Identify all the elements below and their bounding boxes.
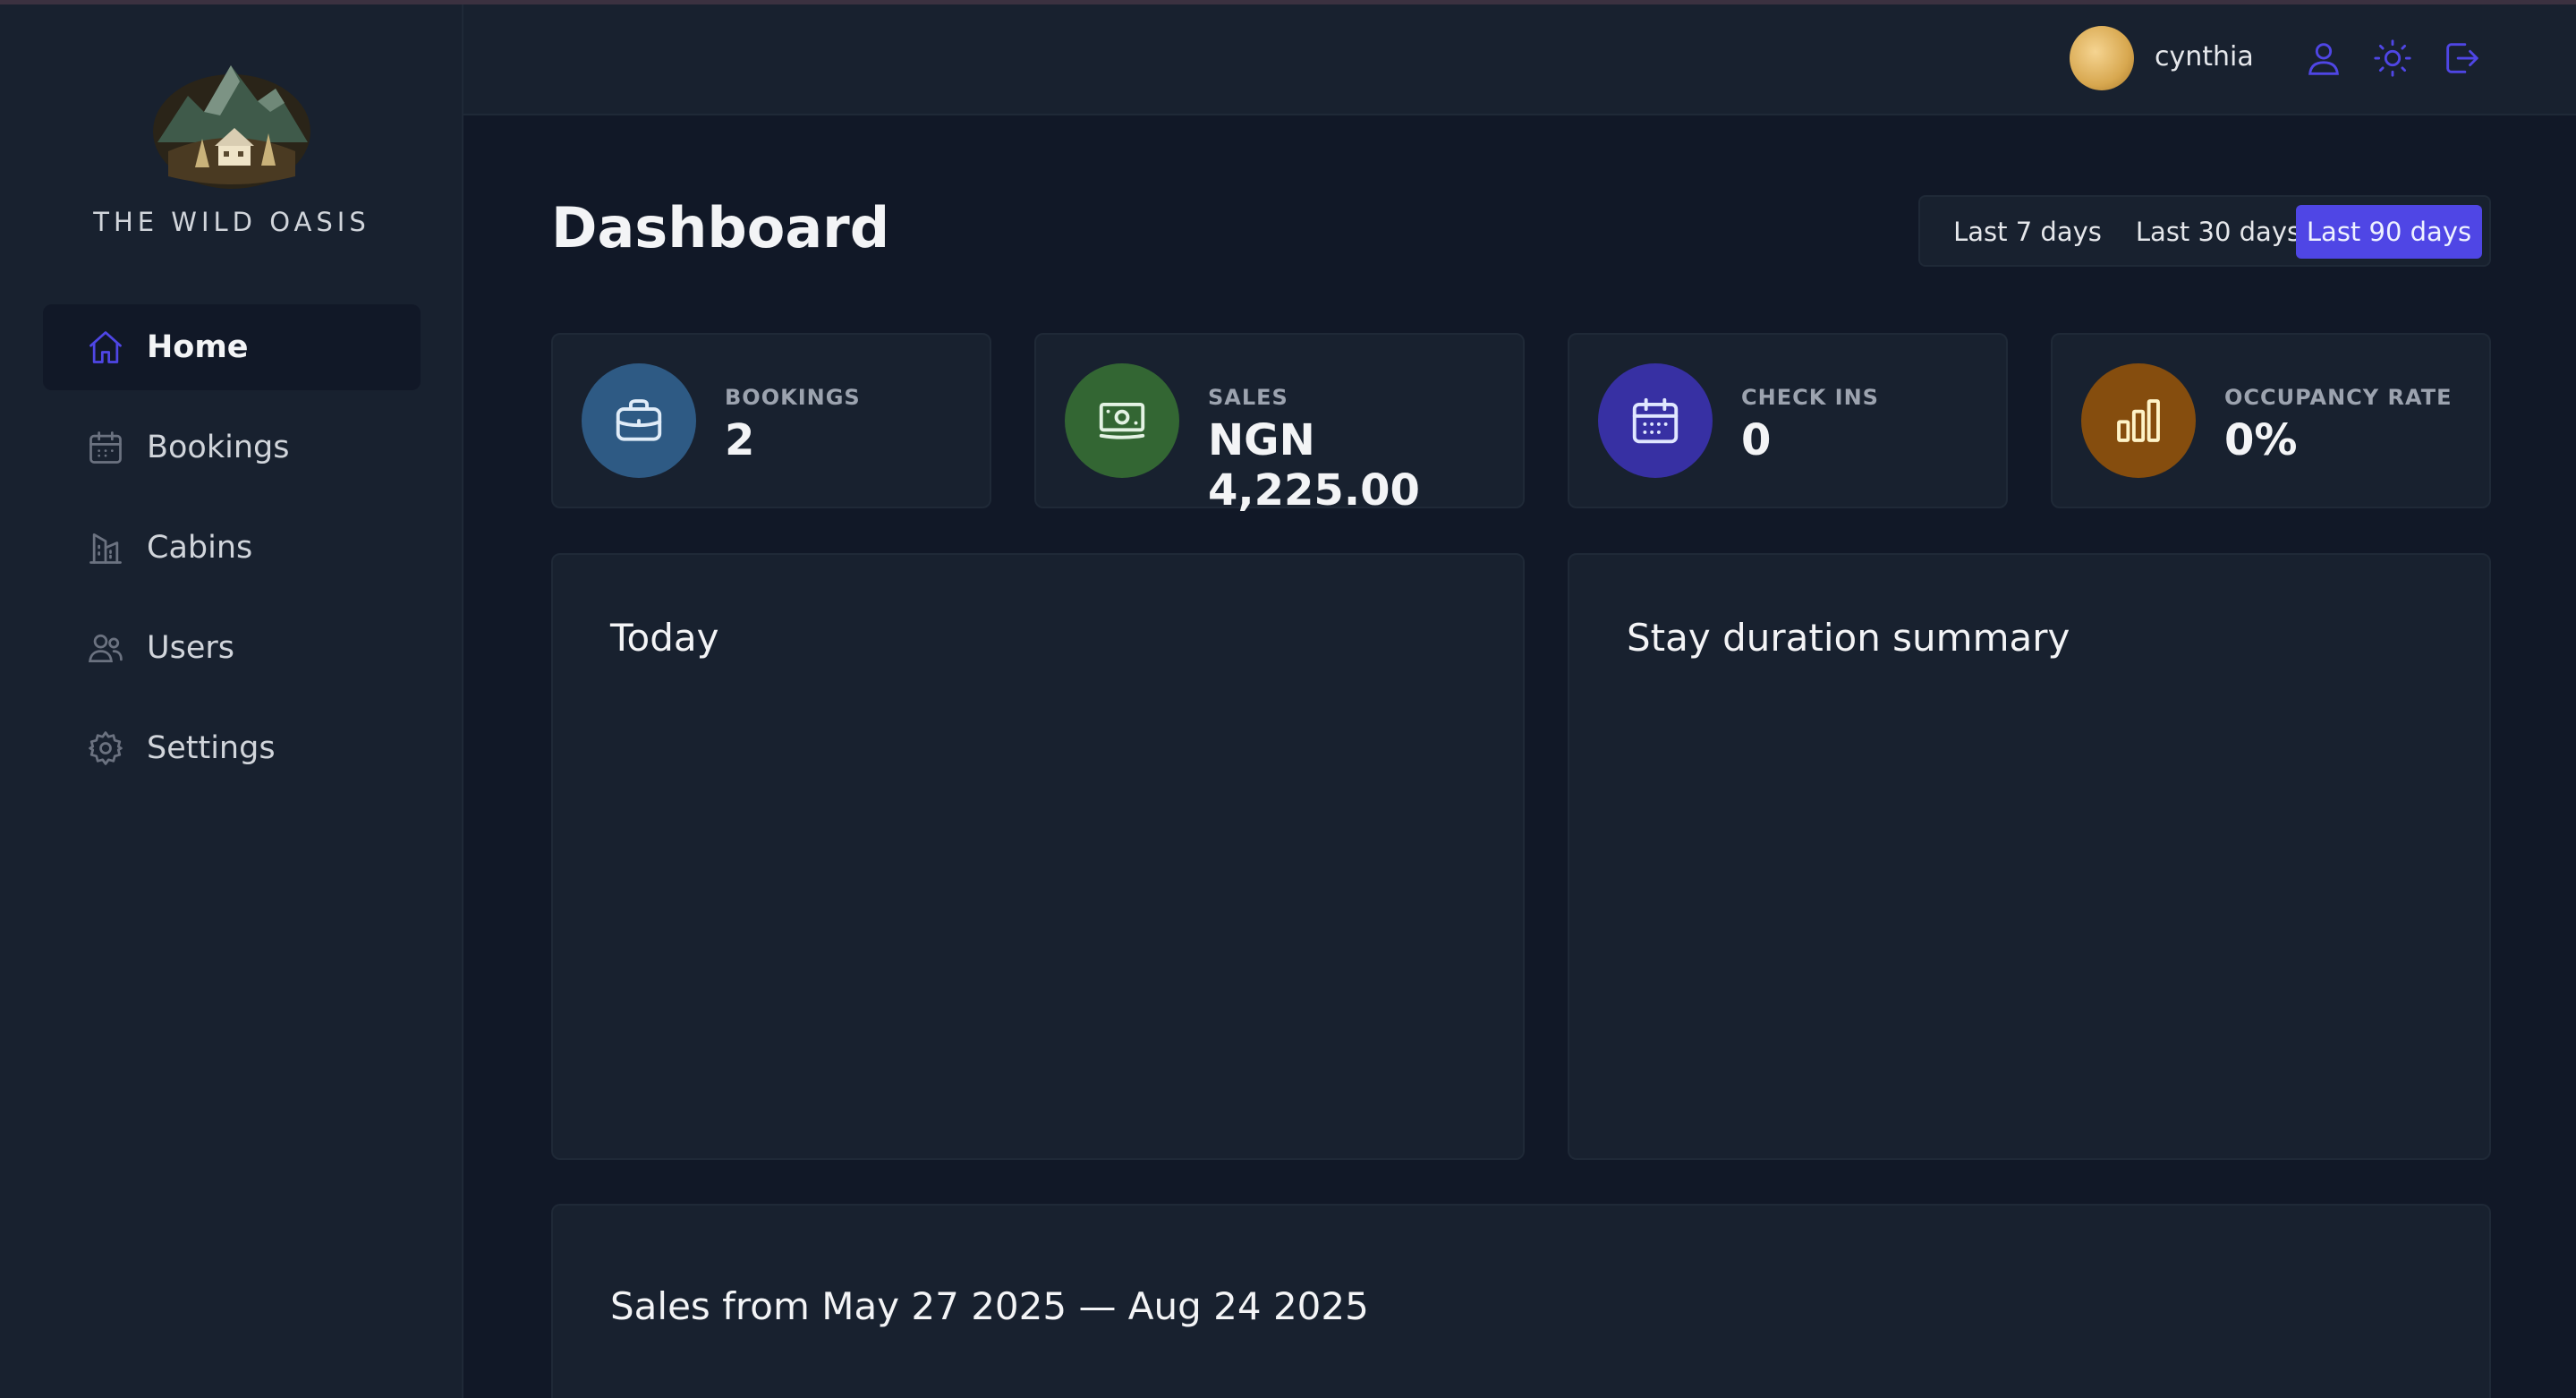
stat-occupancy-rate: OCCUPANCY RATE 0% bbox=[2051, 333, 2491, 508]
sales-chart-title: Sales from May 27 2025 — Aug 24 2025 bbox=[610, 1284, 1369, 1328]
top-header bbox=[463, 4, 2576, 115]
stat-value: NGN 4,225.00 bbox=[1208, 415, 1420, 516]
filter-last-30-days[interactable]: Last 30 days bbox=[2117, 205, 2319, 259]
sales-chart-panel: Sales from May 27 2025 — Aug 24 2025 bbox=[551, 1204, 2491, 1398]
filter-last-7-days[interactable]: Last 7 days bbox=[1934, 205, 2121, 259]
stat-label: CHECK INS bbox=[1741, 385, 1879, 410]
home-icon bbox=[89, 331, 122, 363]
logo bbox=[150, 62, 313, 189]
banknotes-icon bbox=[1099, 402, 1145, 439]
sidebar-item-cabins[interactable]: Cabins bbox=[43, 505, 421, 591]
user-icon[interactable] bbox=[2303, 38, 2344, 79]
users-icon bbox=[89, 634, 123, 663]
sidebar: THE WILD OASIS Home Bookings Cabins User… bbox=[0, 4, 463, 1398]
stay-duration-panel: Stay duration summary bbox=[1568, 553, 2491, 1160]
stat-sales: SALES NGN 4,225.00 bbox=[1034, 333, 1525, 516]
filter-last-90-days[interactable]: Last 90 days bbox=[2296, 205, 2482, 259]
building-icon bbox=[89, 533, 122, 564]
brand-name: THE WILD OASIS bbox=[93, 207, 370, 237]
page-title: Dashboard bbox=[551, 195, 890, 260]
stat-check-ins: CHECK INS 0 bbox=[1568, 333, 2008, 508]
stat-value: 0% bbox=[2224, 415, 2298, 465]
briefcase-icon bbox=[616, 399, 662, 441]
stat-label: BOOKINGS bbox=[725, 385, 861, 410]
stat-icon-circle bbox=[1598, 363, 1713, 478]
sidebar-item-label: Users bbox=[147, 630, 235, 666]
stat-value: 2 bbox=[725, 415, 755, 465]
stat-label: SALES bbox=[1208, 385, 1288, 410]
sidebar-item-label: Cabins bbox=[147, 530, 253, 566]
sidebar-item-label: Bookings bbox=[147, 430, 290, 465]
date-range-filter: Last 7 days Last 30 days Last 90 days bbox=[1918, 195, 2491, 267]
stat-value: 0 bbox=[1741, 415, 1772, 465]
stat-icon-circle bbox=[582, 363, 696, 478]
calendar-icon bbox=[89, 431, 122, 464]
sidebar-item-users[interactable]: Users bbox=[43, 605, 421, 691]
sidebar-item-label: Home bbox=[147, 329, 249, 365]
sidebar-item-home[interactable]: Home bbox=[43, 304, 421, 390]
sidebar-item-label: Settings bbox=[147, 730, 276, 766]
stat-bookings: BOOKINGS 2 bbox=[551, 333, 991, 508]
calendar-days-icon bbox=[1632, 397, 1679, 444]
sidebar-item-settings[interactable]: Settings bbox=[43, 705, 421, 791]
logout-icon[interactable] bbox=[2441, 38, 2482, 79]
stat-label: OCCUPANCY RATE bbox=[2224, 385, 2453, 410]
today-title: Today bbox=[610, 616, 719, 660]
today-panel: Today bbox=[551, 553, 1525, 1160]
stat-icon-circle bbox=[1065, 363, 1179, 478]
gear-icon bbox=[89, 731, 123, 765]
stay-duration-title: Stay duration summary bbox=[1627, 616, 2070, 660]
stat-icon-circle bbox=[2081, 363, 2196, 478]
avatar[interactable] bbox=[2070, 26, 2134, 90]
sidebar-item-bookings[interactable]: Bookings bbox=[43, 405, 421, 490]
sun-icon[interactable] bbox=[2372, 38, 2413, 79]
username: cynthia bbox=[2155, 41, 2254, 72]
chart-bar-icon bbox=[2117, 399, 2160, 442]
